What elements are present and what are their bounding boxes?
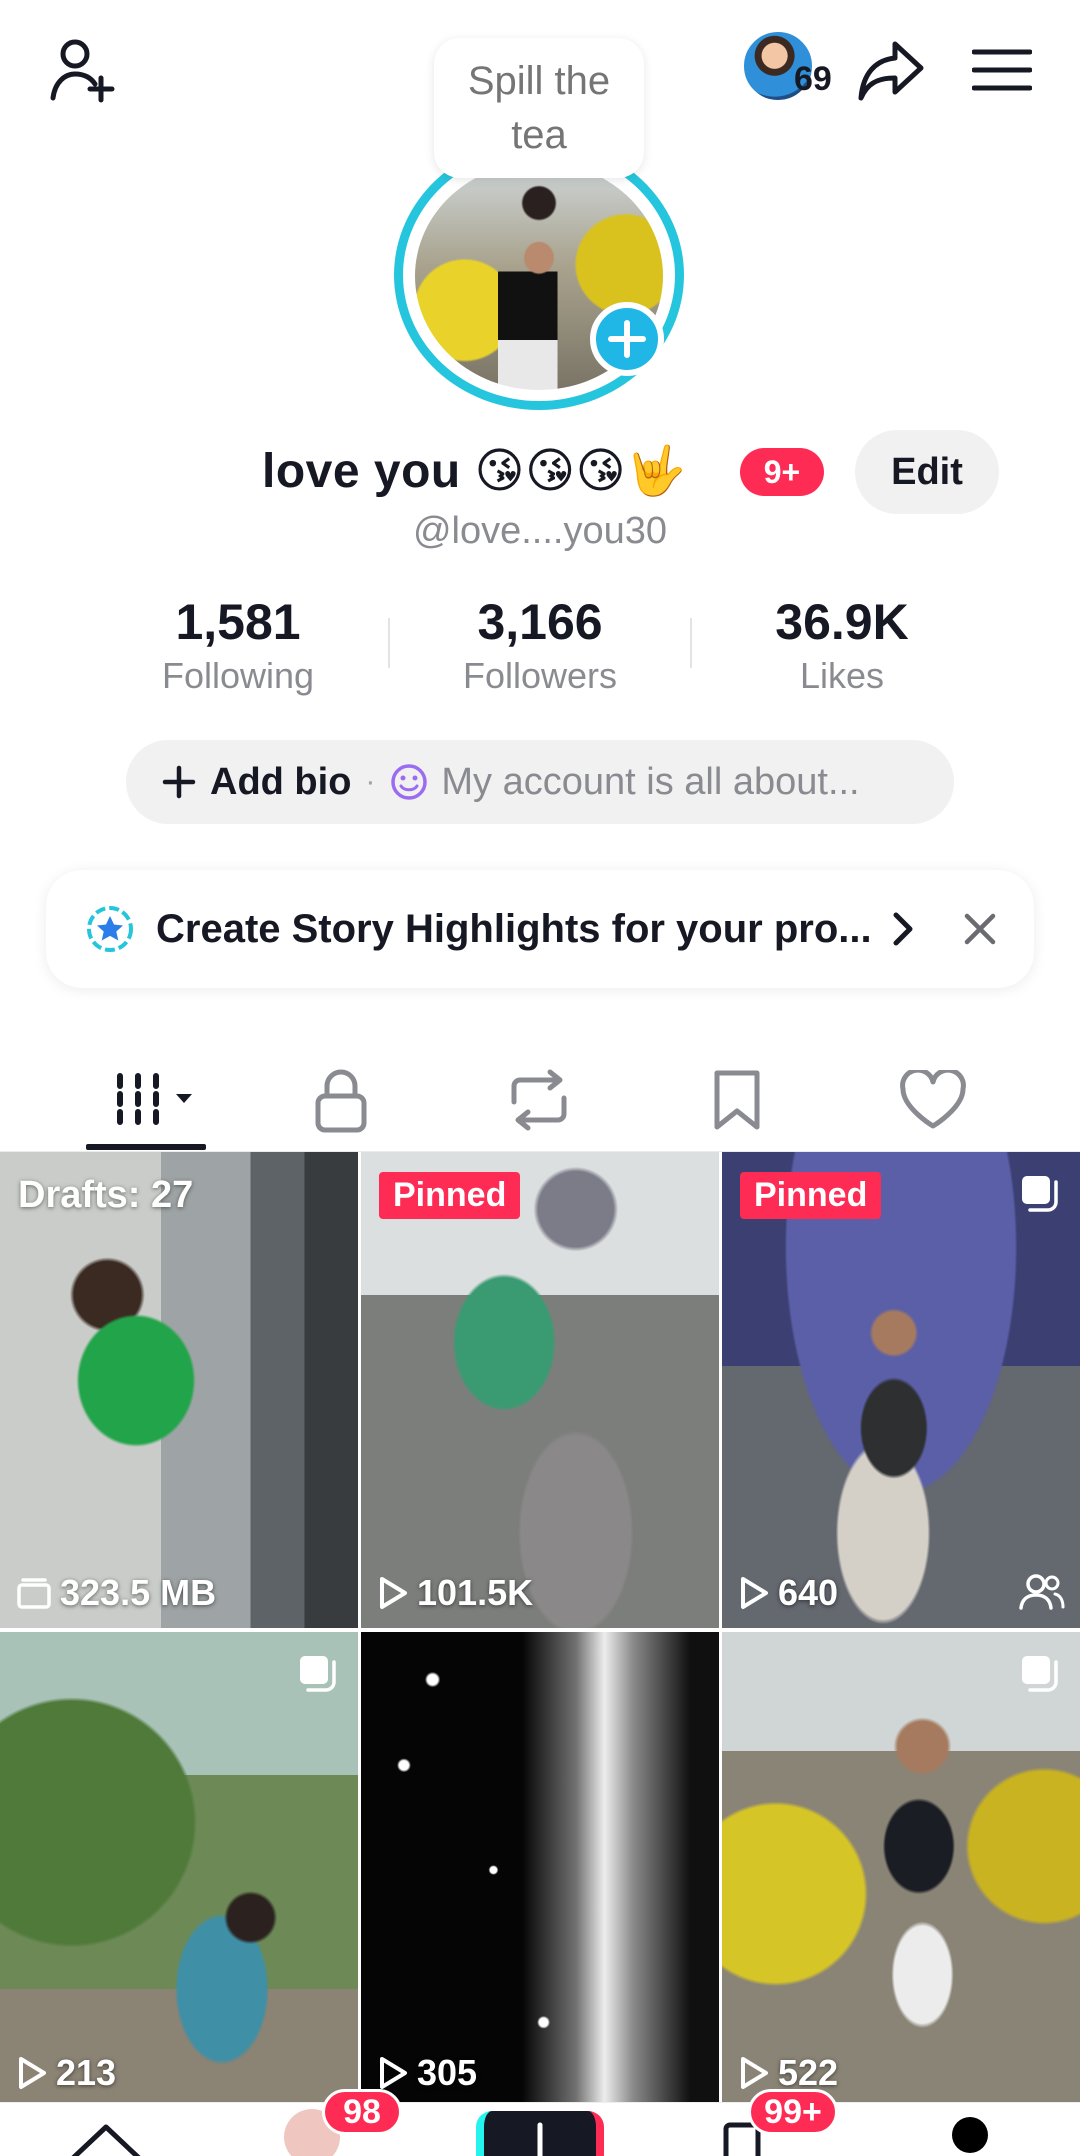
stat-label: Following (161, 655, 315, 696)
share-button[interactable] (852, 30, 932, 110)
notification-badge[interactable]: 9+ (740, 448, 824, 496)
smiley-icon (391, 764, 428, 800)
video-stat: 522 (738, 2052, 838, 2094)
stat-divider (388, 618, 390, 668)
pinned-badge: Pinned (740, 1172, 882, 1219)
create-button[interactable] (476, 2111, 604, 2156)
play-icon (380, 2057, 407, 2089)
profile-stats: 1,581 Following 3,166 Followers 36.9K Li… (0, 592, 1080, 702)
video-stat: 305 (377, 2052, 477, 2094)
video-stat: 101.5K (377, 1572, 533, 1614)
tab-liked[interactable] (878, 1060, 988, 1140)
share-arrow-icon (858, 41, 924, 101)
add-bio-button[interactable]: Add bio · My account is all about... (126, 740, 954, 824)
bottom-nav: 98 99+ (0, 2089, 1080, 2156)
tab-favorites[interactable] (682, 1060, 792, 1140)
video-stat-value: 213 (56, 2052, 117, 2093)
video-stat: 323.5 MB (16, 1572, 216, 1614)
stat-label: Likes (799, 655, 885, 696)
drafts-stack-icon (17, 1578, 51, 1609)
chevron-right-icon[interactable] (890, 911, 916, 947)
inbox-badge: 99+ (748, 2089, 838, 2135)
video-thumbnail[interactable]: Pinned 640 (722, 1152, 1080, 1628)
friend-activity-button[interactable]: 69 (742, 30, 838, 110)
video-thumbnail-drafts[interactable]: Drafts: 27 323.5 MB (0, 1152, 358, 1628)
bookmark-icon (714, 1070, 760, 1130)
display-name: love you 😘😘😘🤟 (262, 444, 687, 498)
video-stat-value: 305 (417, 2052, 478, 2093)
profile-avatar[interactable] (390, 140, 688, 410)
play-icon (741, 1577, 768, 1609)
multi-photo-icon (300, 1656, 336, 1692)
multi-photo-icon (1022, 1176, 1058, 1212)
add-friend-button[interactable] (36, 30, 126, 110)
tab-private[interactable] (286, 1060, 396, 1140)
friends-badge: 98 (322, 2089, 402, 2135)
active-tab-indicator (86, 1144, 206, 1150)
bio-separator: · (365, 765, 376, 798)
play-icon (380, 1577, 407, 1609)
name-row: love you 😘😘😘🤟 9+ Edit (0, 430, 1080, 514)
stat-likes[interactable]: 36.9K Likes (712, 592, 972, 700)
stat-value: 36.9K (775, 594, 909, 650)
person-plus-icon (50, 39, 115, 103)
stat-value: 1,581 (175, 594, 301, 650)
stat-followers[interactable]: 3,166 Followers (410, 592, 670, 700)
video-stat: 640 (738, 1572, 838, 1614)
friends-only-icon (1019, 1574, 1065, 1610)
video-stat-value: 640 (778, 1572, 839, 1613)
add-bio-label: Add bio (210, 760, 352, 803)
plus-icon (162, 765, 196, 799)
play-icon (741, 2057, 768, 2089)
repost-icon (511, 1069, 567, 1131)
video-stat-value: 522 (778, 2052, 839, 2093)
video-stat: 213 (16, 2052, 116, 2094)
profile-tabs (0, 1040, 1080, 1152)
plus-icon (608, 320, 646, 358)
video-stat-value: 323.5 MB (60, 1572, 217, 1613)
stat-following[interactable]: 1,581 Following (108, 592, 368, 700)
video-thumbnail[interactable]: 522 (722, 1632, 1080, 2108)
banner-text: Create Story Highlights for your pro... (156, 906, 872, 951)
username: @love....you30 (412, 510, 668, 552)
stat-label: Followers (462, 655, 618, 696)
video-thumbnail[interactable]: 305 (361, 1632, 719, 2108)
note-text: Spill the tea (467, 59, 611, 157)
heart-icon (900, 1070, 966, 1129)
note-bubble[interactable]: Spill the tea (434, 38, 644, 178)
video-thumbnail[interactable]: Pinned 101.5K (361, 1152, 719, 1628)
lock-icon (315, 1069, 367, 1133)
profile-tab-icon[interactable] (952, 2117, 988, 2153)
friend-count: 69 (794, 60, 832, 98)
menu-button[interactable] (962, 30, 1042, 110)
story-highlights-banner[interactable]: Create Story Highlights for your pro... (46, 870, 1034, 988)
stat-divider (690, 618, 692, 668)
bio-placeholder: My account is all about... (441, 760, 860, 803)
video-thumbnail[interactable]: 213 (0, 1632, 358, 2108)
edit-profile-button[interactable]: Edit (855, 430, 999, 514)
star-highlight-icon (87, 906, 133, 952)
play-icon (19, 2057, 46, 2089)
home-icon[interactable] (66, 2119, 146, 2156)
add-story-button[interactable] (590, 302, 664, 376)
grid-dropdown-icon (117, 1073, 192, 1125)
tab-videos[interactable] (92, 1060, 202, 1140)
multi-photo-icon (1022, 1656, 1058, 1692)
pinned-badge: Pinned (379, 1172, 521, 1219)
video-stat-value: 101.5K (417, 1572, 534, 1613)
plus-icon (537, 2122, 543, 2156)
drafts-label: Drafts: 27 (18, 1174, 194, 1216)
close-icon[interactable] (962, 911, 998, 947)
tab-reposts[interactable] (484, 1060, 594, 1140)
stat-value: 3,166 (477, 594, 603, 650)
hamburger-menu-icon (972, 49, 1032, 91)
